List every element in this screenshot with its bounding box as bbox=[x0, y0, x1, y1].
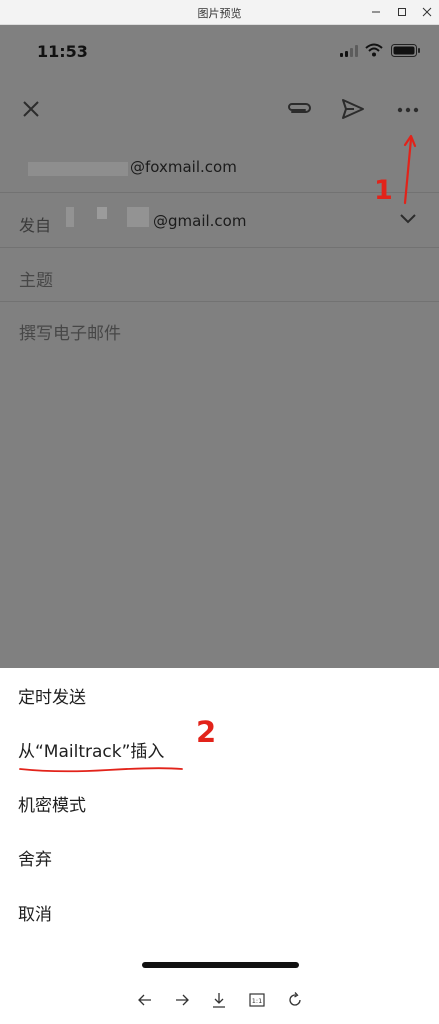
more-options-sheet: 定时发送 从“Mailtrack”插入 2 机密模式 舍弃 取消 bbox=[0, 668, 439, 976]
viewer-title-bar: 图片预览 bbox=[0, 0, 439, 25]
arrow-left-icon[interactable] bbox=[136, 991, 154, 1009]
annotation-underline bbox=[19, 767, 183, 773]
home-indicator bbox=[142, 962, 299, 968]
rotate-icon[interactable] bbox=[286, 991, 304, 1009]
battery-icon bbox=[391, 44, 420, 57]
minimize-icon[interactable] bbox=[368, 4, 384, 20]
divider bbox=[0, 247, 439, 248]
menu-item-schedule-send[interactable]: 定时发送 bbox=[18, 683, 86, 708]
chevron-down-icon[interactable] bbox=[399, 213, 417, 225]
attachment-icon[interactable] bbox=[286, 99, 312, 119]
menu-item-discard[interactable]: 舍弃 bbox=[18, 845, 52, 870]
redacted-recipient bbox=[28, 162, 128, 176]
divider bbox=[0, 301, 439, 302]
menu-item-cancel[interactable]: 取消 bbox=[18, 900, 52, 925]
svg-text:1:1: 1:1 bbox=[252, 997, 262, 1005]
to-recipient[interactable]: @foxmail.com bbox=[130, 158, 237, 176]
send-icon[interactable] bbox=[341, 98, 365, 120]
signal-icon bbox=[340, 45, 358, 57]
status-time: 11:53 bbox=[37, 42, 88, 61]
from-label: 发自 bbox=[19, 216, 52, 235]
redacted-sender bbox=[127, 207, 149, 227]
annotation-arrow bbox=[403, 134, 417, 205]
close-window-icon[interactable] bbox=[419, 4, 435, 20]
annotation-step-2: 2 bbox=[196, 715, 217, 749]
more-options-icon[interactable] bbox=[397, 100, 419, 120]
annotation-step-1: 1 bbox=[374, 175, 393, 206]
download-icon[interactable] bbox=[210, 991, 228, 1009]
arrow-right-icon[interactable] bbox=[173, 991, 191, 1009]
close-icon[interactable] bbox=[21, 99, 41, 119]
actual-size-icon[interactable]: 1:1 bbox=[248, 991, 266, 1009]
redacted-sender bbox=[97, 207, 107, 219]
viewer-toolbar: 1:1 bbox=[0, 976, 439, 1024]
wifi-icon bbox=[365, 43, 383, 57]
redacted-sender bbox=[66, 207, 74, 227]
from-sender[interactable]: @gmail.com bbox=[153, 212, 246, 230]
menu-item-insert-mailtrack[interactable]: 从“Mailtrack”插入 bbox=[18, 737, 164, 762]
maximize-icon[interactable] bbox=[394, 4, 410, 20]
subject-field[interactable]: 主题 bbox=[19, 266, 53, 291]
phone-screenshot: 11:53 @foxmail.com 发自 @gmail.com 主题 撰写电子… bbox=[0, 25, 439, 668]
compose-body-field[interactable]: 撰写电子邮件 bbox=[19, 319, 121, 344]
menu-item-confidential-mode[interactable]: 机密模式 bbox=[18, 791, 86, 816]
